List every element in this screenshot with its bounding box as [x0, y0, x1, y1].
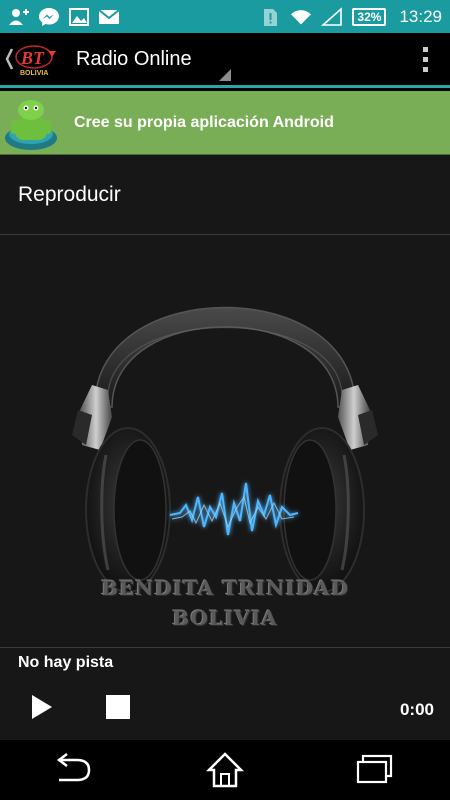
overflow-dot-icon	[422, 56, 428, 62]
action-bar: BT BOLIVIA Radio Online	[0, 33, 450, 88]
title-spinner[interactable]: Radio Online	[76, 32, 231, 87]
station-artwork: BENDITA TRINIDAD BOLIVIA	[0, 235, 450, 647]
svg-text:BOLIVIA: BOLIVIA	[20, 70, 48, 77]
spinner-triangle-icon	[219, 68, 231, 81]
banner-text: Cree su propia aplicación Android	[74, 113, 334, 131]
ad-banner[interactable]: Cree su propia aplicación Android	[0, 91, 450, 155]
overflow-menu-button[interactable]	[400, 32, 450, 87]
track-name: No hay pista	[18, 654, 114, 671]
artwork-caption-line2: BOLIVIA	[172, 606, 278, 630]
section-title: Reproducir	[18, 182, 121, 206]
elapsed-time: 0:00	[399, 700, 434, 719]
svg-text:BT: BT	[20, 48, 45, 68]
app-logo-icon: BT BOLIVIA	[5, 45, 56, 77]
overflow-dot-icon	[422, 46, 428, 52]
section-header: Reproducir	[0, 155, 450, 235]
play-icon	[32, 695, 52, 719]
recent-apps-button[interactable]	[345, 740, 405, 800]
sound-wave-graphic	[169, 482, 299, 536]
overflow-dot-icon	[422, 66, 428, 72]
battery-indicator: 32%	[352, 7, 387, 26]
mail-icon	[98, 8, 120, 24]
add-contact-icon	[9, 8, 29, 25]
notification-icons	[8, 7, 120, 27]
messenger-icon	[39, 7, 59, 26]
sim-alert-icon	[264, 8, 278, 26]
signal-icon	[321, 6, 343, 26]
play-button[interactable]	[28, 693, 56, 721]
wifi-icon	[291, 9, 312, 24]
app-logo-back-button[interactable]: BT BOLIVIA	[0, 32, 70, 87]
image-icon	[69, 7, 89, 26]
back-icon	[56, 753, 91, 782]
status-bar: 32% 13:29	[0, 0, 450, 33]
android-robot-icon	[0, 91, 62, 155]
stop-button[interactable]	[106, 695, 130, 719]
recent-apps-icon	[356, 754, 393, 784]
back-button[interactable]	[45, 740, 105, 800]
player-controls: No hay pista 0:00	[0, 647, 450, 740]
system-icons: 32% 13:29	[259, 7, 442, 27]
home-icon	[205, 752, 245, 788]
system-navigation-bar	[0, 740, 450, 800]
home-button[interactable]	[195, 740, 255, 800]
artwork-caption-line1: BENDITA TRINIDAD	[100, 576, 350, 600]
clock: 13:29	[399, 6, 442, 26]
app-title: Radio Online	[76, 47, 192, 70]
